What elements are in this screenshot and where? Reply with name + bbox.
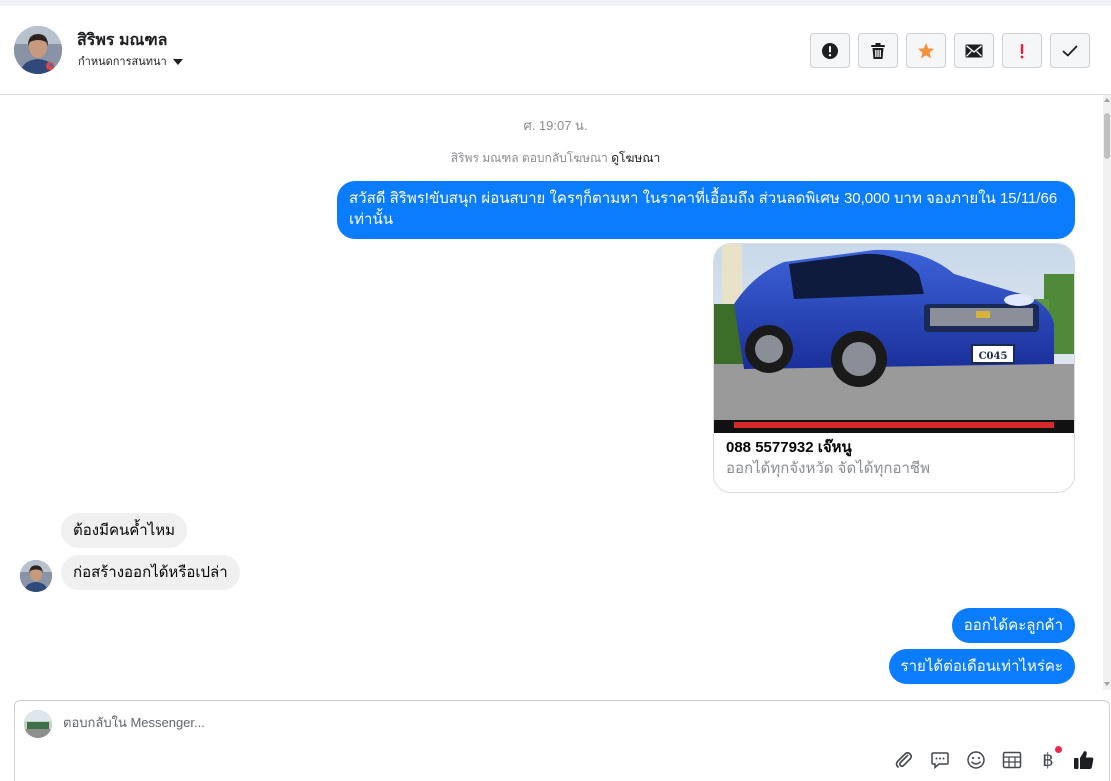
conversation-header: สิริพร มณฑล กำหนดการสนทนา (0, 0, 1111, 95)
ad-reply-note-text: สิริพร มณฑล ตอบกลับโฆษณา (450, 151, 608, 165)
contact-name[interactable]: สิริพร มณฑล (77, 28, 167, 53)
ad-reply-note: สิริพร มณฑล ตอบกลับโฆษณา ดูโฆษณา (0, 149, 1111, 168)
thumbs-up-icon (1074, 751, 1094, 769)
mark-unread-button[interactable] (954, 33, 994, 68)
follow-up-button[interactable] (1002, 33, 1042, 68)
star-icon (918, 42, 934, 58)
page-avatar-image (24, 710, 52, 738)
check-icon (1062, 45, 1078, 56)
message-text: ต้องมีคนค้ำไหม (73, 522, 176, 539)
pickup-truck-image: C045 (714, 244, 1074, 433)
message-text: ก่อสร้างออกได้หรือเปล่า (73, 564, 228, 581)
baht-icon: ฿ (1042, 749, 1054, 771)
contact-avatar-image (14, 26, 62, 74)
scroll-up-arrow-icon[interactable] (1104, 98, 1110, 102)
like-button[interactable] (1073, 749, 1095, 771)
sender-avatar[interactable] (20, 560, 52, 592)
reply-input[interactable] (63, 715, 763, 730)
ad-subtitle: ออกได้ทุกจังหวัด จัดได้ทุกอาชีพ (726, 460, 930, 477)
caret-down-icon (172, 58, 183, 65)
appointment-button[interactable] (1001, 749, 1023, 771)
action-toolbar (810, 33, 1090, 68)
emoji-button[interactable] (965, 749, 987, 771)
message-text: สวัสดี สิริพร!ขับสนุก ผ่อนสบาย ใครๆก็ตาม… (349, 190, 1058, 228)
outgoing-message[interactable]: ออกได้คะลูกค้า (951, 608, 1075, 643)
message-text: รายได้ต่อเดือนเท่าไหร่คะ (900, 658, 1063, 675)
envelope-icon (965, 44, 983, 57)
scroll-down-arrow-icon[interactable] (1104, 682, 1110, 686)
exclamation-icon (1020, 43, 1024, 58)
contact-avatar[interactable] (14, 26, 62, 74)
thread-scrollbar[interactable] (1103, 95, 1111, 690)
assign-conversation-dropdown[interactable]: กำหนดการสนทนา (78, 52, 183, 70)
notification-dot (1055, 746, 1062, 753)
emoji-icon (967, 751, 985, 769)
message-timestamp: ศ. 19:07 น. (523, 118, 588, 133)
attachment-button[interactable] (893, 749, 915, 771)
saved-replies-icon (931, 752, 949, 770)
assign-label: กำหนดการสนทนา (78, 56, 167, 68)
delete-button[interactable] (858, 33, 898, 68)
incoming-message[interactable]: ต้องมีคนค้ำไหม (61, 513, 188, 548)
reply-composer: ฿ (14, 700, 1110, 781)
sender-avatar-image (20, 560, 52, 592)
incoming-message[interactable]: ก่อสร้างออกได้หรือเปล่า (61, 555, 240, 590)
alert-circle-icon (822, 42, 838, 59)
view-ad-link[interactable]: ดูโฆษณา (611, 151, 660, 165)
ad-image: C045 (714, 244, 1074, 433)
outgoing-message[interactable]: สวัสดี สิริพร!ขับสนุก ผ่อนสบาย ใครๆก็ตาม… (337, 181, 1075, 239)
message-text: ออกได้คะลูกค้า (963, 617, 1063, 634)
mark-done-button[interactable] (1050, 33, 1090, 68)
outgoing-message[interactable]: รายได้ต่อเดือนเท่าไหร่คะ (888, 649, 1075, 684)
composer-actions: ฿ (893, 746, 1095, 771)
ad-card[interactable]: C045 088 5577932 เจ๊หนู ออกได้ทุกจังหวัด… (713, 243, 1075, 493)
star-button[interactable] (906, 33, 946, 68)
license-plate: C045 (979, 351, 1008, 362)
calendar-grid-icon (1002, 751, 1022, 769)
paperclip-icon (895, 751, 913, 768)
page-avatar (24, 710, 52, 738)
trash-icon (871, 42, 885, 59)
spam-button[interactable] (810, 33, 850, 68)
payment-button[interactable]: ฿ (1037, 746, 1062, 771)
saved-replies-button[interactable] (929, 749, 951, 771)
